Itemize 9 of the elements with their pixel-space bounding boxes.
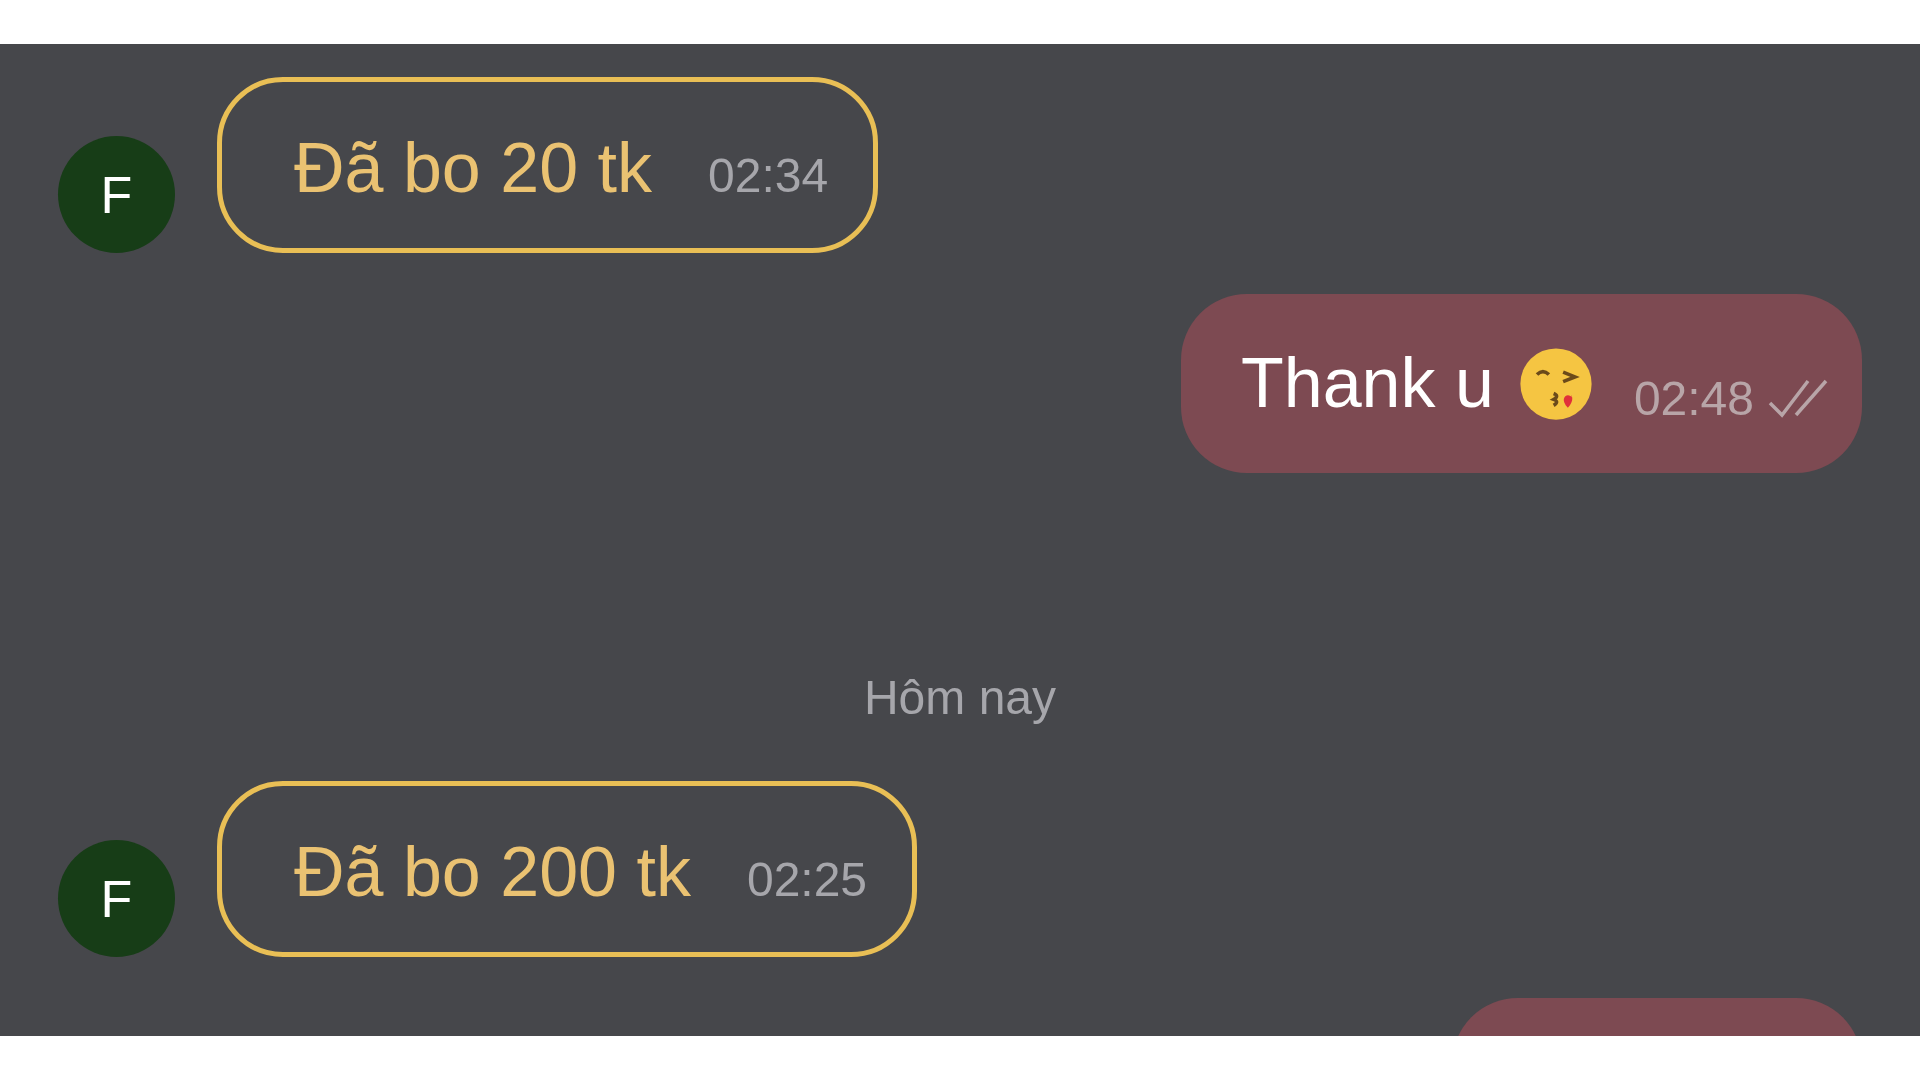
avatar[interactable]: F bbox=[58, 840, 175, 957]
avatar[interactable]: F bbox=[58, 136, 175, 253]
message-time: 02:34 bbox=[708, 148, 829, 204]
message-text: Đã bo 20 tk bbox=[294, 128, 652, 209]
message-time: 02:25 bbox=[746, 852, 868, 908]
message-text: Đã bo 200 tk bbox=[294, 832, 691, 913]
date-separator: Hôm nay bbox=[863, 670, 1057, 726]
message-text: Thank u bbox=[1240, 343, 1494, 424]
message-time: 02:48 bbox=[1633, 370, 1754, 427]
